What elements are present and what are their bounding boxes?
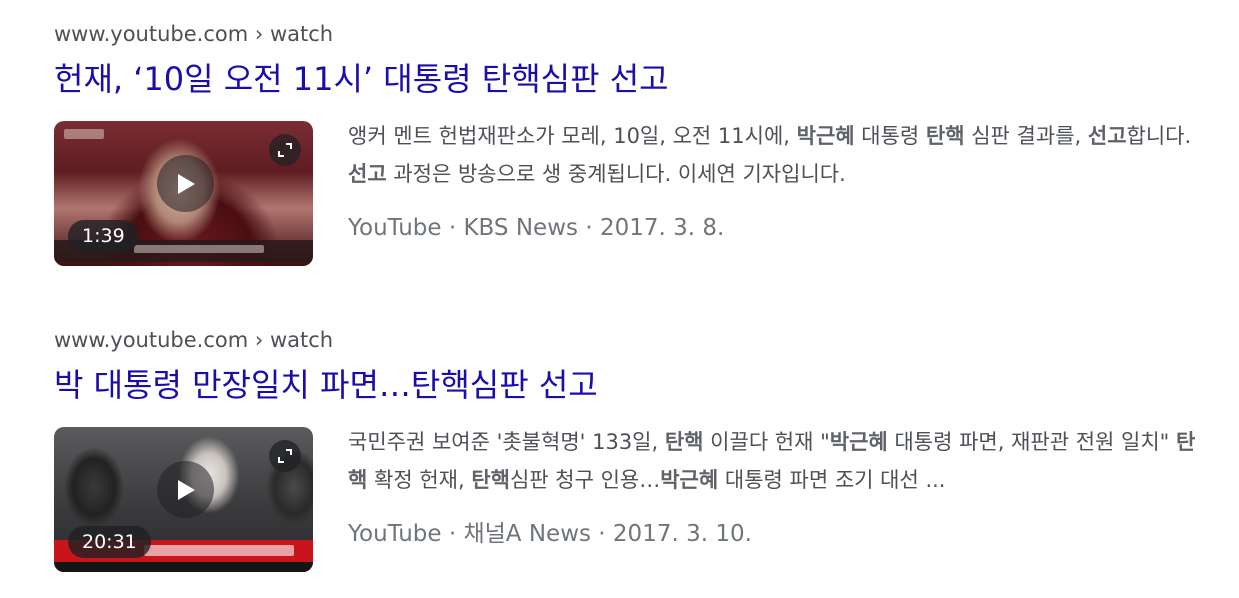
expand-icon[interactable] [269, 440, 301, 472]
url-domain: www.youtube.com [54, 328, 249, 352]
snippet-text: 과정은 방송으로 생 중계됩니다. 이세연 기자입니다. [386, 162, 846, 186]
play-icon[interactable] [157, 461, 214, 518]
result-url[interactable]: www.youtube.com › watch [54, 20, 1214, 48]
snippet-highlight: 박근혜 [660, 468, 719, 492]
snippet-text: 심판 결과를, [964, 124, 1088, 148]
snippet-highlight: 선고 [348, 162, 387, 186]
expand-icon[interactable] [269, 134, 301, 166]
video-duration: 1:39 [68, 220, 139, 252]
snippet-text: 국민주권 보여준 '촛불혁명' 133일, [348, 430, 665, 454]
result-source: YouTube · 채널A News · 2017. 3. 10. [348, 519, 752, 549]
snippet-text: 합니다. [1126, 124, 1192, 148]
snippet-text: 심판 청구 인용… [509, 468, 661, 492]
source-dot: · [448, 521, 457, 547]
source-dot: · [448, 215, 457, 241]
snippet-highlight: 선고 [1087, 124, 1127, 148]
source-platform: YouTube [348, 521, 442, 547]
thumbnail-bottom-strip [54, 562, 313, 572]
snippet-highlight: 탄핵 [664, 430, 704, 454]
breadcrumb-separator: › [254, 22, 264, 46]
result-body: 1:39 앵커 멘트 헌법재판소가 모레, 10일, 오전 11시에, 박근혜 … [54, 121, 1214, 271]
snippet-text: 확정 헌재, [367, 468, 472, 492]
snippet-text: 이끌다 헌재 " [703, 430, 830, 454]
result-url[interactable]: www.youtube.com › watch [54, 326, 1214, 354]
snippet-text: 대통령 [854, 124, 926, 148]
snippet-highlight: 박근혜 [796, 124, 855, 148]
snippet-text: 앵커 멘트 헌법재판소가 모레, 10일, 오전 11시에, [348, 124, 797, 148]
source-date: 2017. 3. 10. [612, 521, 752, 547]
breadcrumb-separator: › [254, 328, 264, 352]
play-icon[interactable] [157, 155, 214, 212]
video-duration: 20:31 [68, 526, 151, 558]
result-snippet: 국민주권 보여준 '촛불혁명' 133일, 탄핵 이끌다 헌재 "박근혜 대통령… [348, 423, 1198, 499]
video-thumbnail[interactable]: 20:31 [54, 427, 313, 572]
url-path: watch [269, 22, 334, 46]
search-result: www.youtube.com › watch 박 대통령 만장일치 파면…탄핵… [54, 326, 1214, 577]
source-dot: · [598, 521, 606, 547]
source-platform: YouTube [348, 215, 442, 241]
snippet-highlight: 탄핵 [471, 468, 510, 492]
source-channel: 채널A News [463, 521, 591, 547]
search-result: www.youtube.com › watch 헌재, ‘10일 오전 11시’… [54, 20, 1214, 271]
video-thumbnail[interactable]: 1:39 [54, 121, 313, 266]
result-source: YouTube · KBS News · 2017. 3. 8. [348, 213, 724, 243]
source-dot: · [585, 215, 593, 241]
source-channel: KBS News [463, 215, 578, 241]
snippet-text: 대통령 파면 조기 대선 ... [718, 468, 946, 492]
snippet-text: 대통령 파면, 재판관 전원 일치" [887, 430, 1176, 454]
source-date: 2017. 3. 8. [599, 215, 725, 241]
thumbnail-badge [64, 129, 104, 139]
result-title-link[interactable]: 박 대통령 만장일치 파면…탄핵심판 선고 [54, 365, 598, 405]
url-domain: www.youtube.com [54, 22, 249, 46]
result-snippet: 앵커 멘트 헌법재판소가 모레, 10일, 오전 11시에, 박근혜 대통령 탄… [348, 117, 1198, 193]
result-body: 20:31 국민주권 보여준 '촛불혁명' 133일, 탄핵 이끌다 헌재 "박… [54, 427, 1214, 577]
result-title-link[interactable]: 헌재, ‘10일 오전 11시’ 대통령 탄핵심판 선고 [54, 59, 669, 99]
url-path: watch [269, 328, 334, 352]
snippet-highlight: 탄핵 [925, 124, 965, 148]
snippet-highlight: 박근혜 [829, 430, 888, 454]
